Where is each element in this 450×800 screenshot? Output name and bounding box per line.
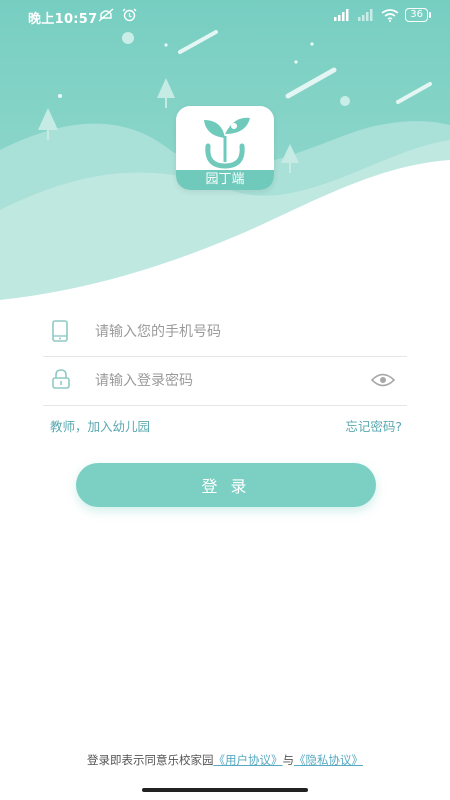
- lock-icon: [52, 369, 70, 389]
- app-logo: 园丁端: [176, 106, 274, 190]
- privacy-agreement-link[interactable]: 《隐私协议》: [294, 753, 363, 767]
- status-bar: 晚上10:57 36: [0, 0, 450, 32]
- password-input[interactable]: [95, 369, 345, 393]
- agreement-prefix: 登录即表示同意乐校家园: [87, 753, 214, 767]
- user-agreement-link[interactable]: 《用户协议》: [214, 753, 283, 767]
- mute-icon: [98, 8, 114, 22]
- login-button[interactable]: 登 录: [76, 463, 376, 507]
- sprout-logo-icon: [204, 117, 250, 169]
- join-kindergarten-link[interactable]: 教师，加入幼儿园: [50, 416, 150, 435]
- password-field: [43, 357, 407, 406]
- wifi-icon: [381, 8, 399, 22]
- agreement-text: 登录即表示同意乐校家园《用户协议》与《隐私协议》: [0, 752, 450, 768]
- signal-icon: [334, 9, 349, 21]
- eye-icon[interactable]: [371, 373, 395, 387]
- alarm-icon: [122, 8, 137, 22]
- phone-icon: [52, 320, 68, 342]
- status-icons-left: [98, 8, 137, 22]
- status-icons-right: 36: [333, 8, 431, 22]
- phone-input[interactable]: [95, 320, 345, 344]
- status-time: 晚上10:57: [28, 12, 98, 27]
- phone-field: [43, 308, 407, 357]
- home-indicator[interactable]: [142, 788, 308, 792]
- forgot-password-link[interactable]: 忘记密码?: [345, 416, 402, 435]
- signal-icon: [358, 9, 373, 21]
- agreement-joiner: 与: [282, 753, 295, 767]
- battery-icon: 36: [405, 8, 431, 22]
- logo-caption: 园丁端: [176, 170, 274, 190]
